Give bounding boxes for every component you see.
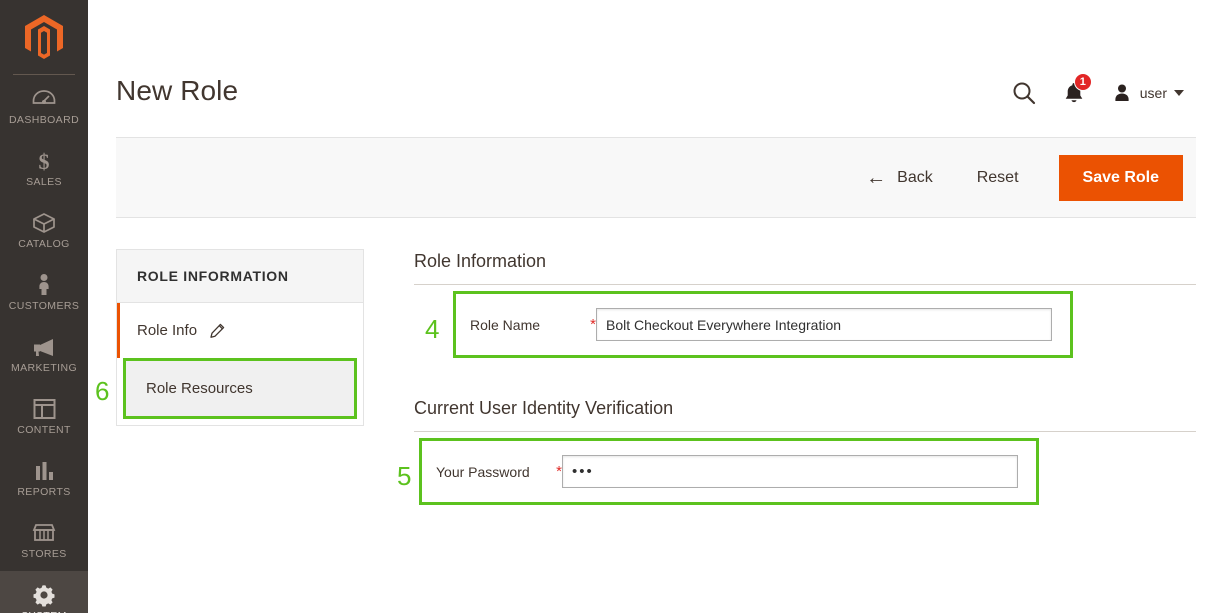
page-header: New Role 1 user <box>88 0 1224 137</box>
back-button-label: Back <box>897 168 933 186</box>
user-name-label: user <box>1139 85 1167 101</box>
gear-icon <box>31 583 57 607</box>
main-content: New Role 1 user ← Back Reset Save Role R… <box>88 0 1224 613</box>
annotation-box-role-name: Role Name * <box>453 291 1073 358</box>
tab-role-info-label: Role Info <box>137 322 198 339</box>
bar-chart-icon <box>33 459 56 483</box>
sidebar-item-label: Content <box>17 423 71 436</box>
annotation-box-role-resources: Role Resources <box>123 358 357 419</box>
sidebar-item-label: Customers <box>8 299 80 312</box>
role-information-tabs: ROLE INFORMATION Role Info 6 Role Resour… <box>95 249 364 426</box>
search-icon[interactable] <box>1011 80 1037 106</box>
your-password-input[interactable] <box>562 455 1018 488</box>
role-name-input[interactable] <box>596 308 1052 341</box>
chevron-down-icon <box>1174 90 1184 96</box>
page-body: ROLE INFORMATION Role Info 6 Role Resour… <box>88 218 1224 505</box>
section-divider <box>414 284 1196 285</box>
sidebar-item-label: Marketing <box>10 361 78 374</box>
storefront-icon <box>31 521 57 545</box>
sidebar-item-reports[interactable]: Reports <box>0 447 88 509</box>
notification-badge: 1 <box>1073 73 1092 91</box>
annotation-box-your-password: Your Password * <box>419 438 1039 505</box>
user-menu[interactable]: user <box>1111 82 1184 104</box>
svg-text:$: $ <box>39 149 50 173</box>
sidebar-item-label: Sales <box>26 175 62 188</box>
your-password-label: Your Password * <box>436 463 562 480</box>
sidebar-item-label: Reports <box>17 485 71 498</box>
magento-logo[interactable] <box>0 0 88 68</box>
sidebar-item-sales[interactable]: $ Sales <box>0 137 88 199</box>
reset-button[interactable]: Reset <box>955 169 1041 187</box>
section-title-role-information: Role Information <box>414 251 547 271</box>
save-role-button[interactable]: Save Role <box>1058 154 1183 201</box>
sidebar-item-dashboard[interactable]: Dashboard <box>0 75 88 137</box>
admin-page: Dashboard $ Sales Catalog Customers Mark… <box>0 0 1224 613</box>
dashboard-gauge-icon <box>32 87 56 111</box>
tabs-panel-heading: ROLE INFORMATION <box>117 250 363 303</box>
annotation-step-6: 6 <box>95 376 110 406</box>
layout-window-icon <box>33 397 56 421</box>
sidebar-item-label: Catalog <box>18 237 70 250</box>
annotation-step-5: 5 <box>397 461 412 491</box>
your-password-label-text: Your Password <box>436 463 530 480</box>
pencil-edit-icon <box>209 323 225 339</box>
page-title: New Role <box>116 75 239 106</box>
sidebar-item-label: Dashboard <box>8 113 80 126</box>
page-actions-toolbar: ← Back Reset Save Role <box>116 137 1196 218</box>
box-icon <box>32 211 56 235</box>
sidebar-item-catalog[interactable]: Catalog <box>0 199 88 261</box>
section-divider <box>414 431 1196 432</box>
megaphone-icon <box>31 335 57 359</box>
tab-role-resources[interactable]: Role Resources <box>126 361 354 416</box>
sidebar-item-label: System <box>21 610 67 613</box>
role-name-label: Role Name * <box>470 316 596 333</box>
person-icon <box>35 273 53 297</box>
main-sidebar: Dashboard $ Sales Catalog Customers Mark… <box>0 0 88 613</box>
user-avatar-icon <box>1115 84 1129 101</box>
section-title-identity-verification: Current User Identity Verification <box>414 398 674 418</box>
sidebar-item-system[interactable]: System <box>0 571 88 613</box>
notifications-button[interactable]: 1 <box>1063 73 1092 105</box>
sidebar-item-label: Stores <box>21 547 67 560</box>
reset-button-label: Reset <box>976 168 1019 186</box>
tab-role-resources-label: Role Resources <box>146 380 253 397</box>
sidebar-item-stores[interactable]: Stores <box>0 509 88 571</box>
annotation-step-4: 4 <box>425 314 440 344</box>
dollar-sign-icon: $ <box>35 149 53 173</box>
role-form: Role Information 4 Role Name * Current U… <box>364 249 1196 505</box>
role-name-label-text: Role Name <box>470 316 541 333</box>
back-button[interactable]: ← Back <box>844 168 955 188</box>
arrow-left-icon: ← <box>866 166 887 189</box>
sidebar-item-customers[interactable]: Customers <box>0 261 88 323</box>
sidebar-item-marketing[interactable]: Marketing <box>0 323 88 385</box>
tab-role-info[interactable]: Role Info <box>117 303 363 358</box>
header-actions: 1 user <box>1011 73 1196 106</box>
sidebar-item-content[interactable]: Content <box>0 385 88 447</box>
